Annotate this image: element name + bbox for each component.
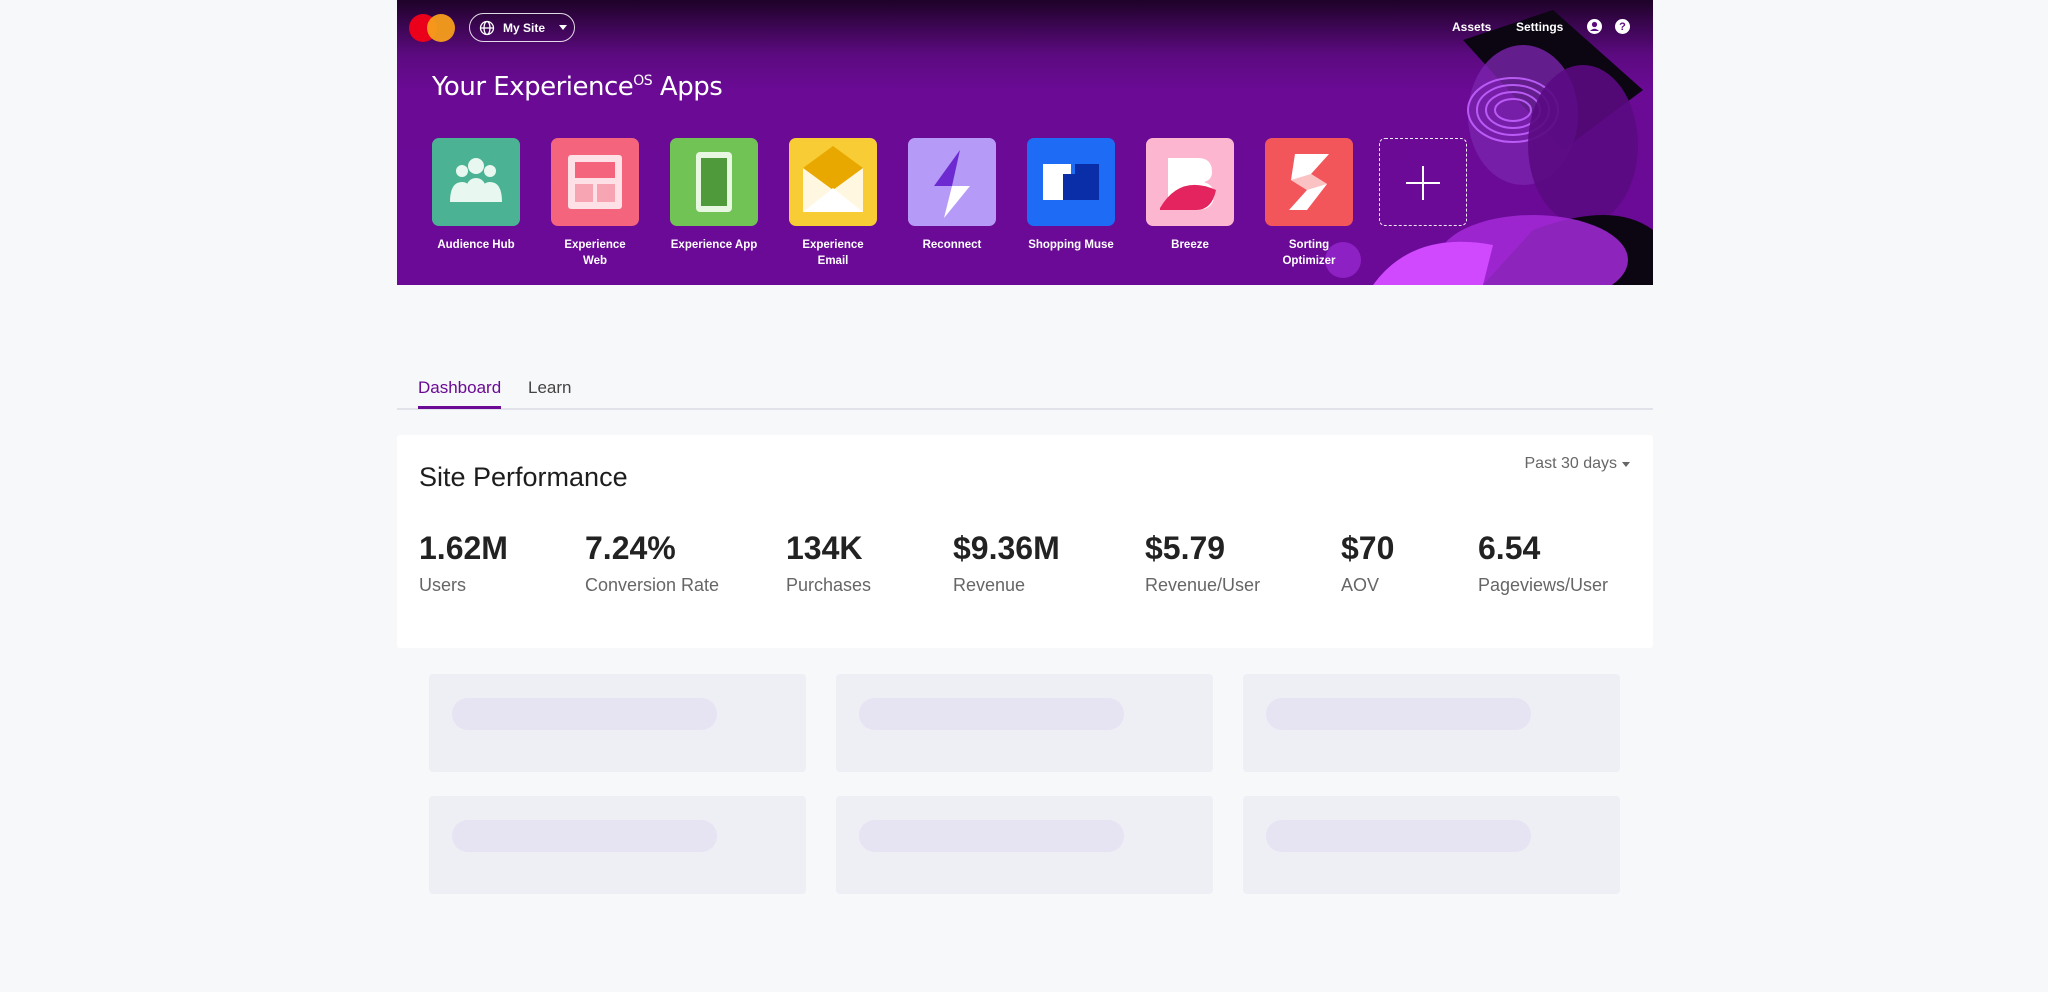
loading-placeholder-card (429, 796, 806, 894)
site-performance-card: Site Performance Past 30 days 1.62M User… (397, 435, 1653, 648)
top-bar: My Site Assets Settings ? (397, 0, 1653, 56)
metric-label: Conversion Rate (585, 575, 720, 595)
metric-revenue-per-user: $5.79 Revenue/User (1145, 530, 1260, 596)
muse-logo-icon (1027, 138, 1115, 226)
brand-logo[interactable] (409, 14, 455, 42)
date-range-dropdown[interactable]: Past 30 days (1524, 455, 1630, 473)
metric-conversion-rate: 7.24% Conversion Rate (585, 530, 719, 596)
breeze-logo-icon (1146, 138, 1234, 226)
chevron-down-icon (1622, 461, 1630, 467)
metric-label: AOV (1341, 575, 1380, 595)
metric-revenue: $9.36M Revenue (953, 530, 1060, 596)
site-selector[interactable]: My Site (469, 13, 575, 42)
date-range-label: Past 30 days (1524, 455, 1618, 472)
chevron-down-icon (559, 25, 568, 30)
metric-value: 6.54 (1478, 530, 1541, 566)
metric-label: Users (419, 575, 467, 595)
account-icon[interactable] (1587, 19, 1602, 34)
metric-value: 1.62M (419, 530, 508, 566)
metric-value: $70 (1341, 530, 1395, 566)
app-label: Audience Hub (437, 239, 515, 251)
app-experience-web[interactable]: Experience Web (551, 138, 639, 269)
metric-label: Purchases (786, 575, 872, 595)
app-experience-app[interactable]: Experience App (670, 138, 758, 253)
metric-pageviews-per-user: 6.54 Pageviews/User (1478, 530, 1608, 596)
app-label: Experience Web (564, 239, 626, 267)
app-sorting-optimizer[interactable]: Sorting Optimizer (1265, 138, 1353, 269)
loading-placeholder-card (1243, 674, 1620, 772)
metric-value: $9.36M (953, 530, 1060, 566)
metric-label: Revenue/User (1145, 575, 1261, 595)
metric-purchases: 134K Purchases (786, 530, 871, 596)
app-label: Shopping Muse (1028, 239, 1114, 251)
app-label: Experience App (670, 239, 758, 251)
metric-aov: $70 AOV (1341, 530, 1394, 596)
web-layout-icon (551, 138, 639, 226)
app-reconnect[interactable]: Reconnect (908, 138, 996, 253)
loading-placeholder-card (836, 796, 1213, 894)
app-shopping-muse[interactable]: Shopping Muse (1027, 138, 1115, 253)
metric-users: 1.62M Users (419, 530, 508, 596)
metric-value: 7.24% (585, 530, 676, 566)
people-icon (432, 138, 520, 226)
mobile-phone-icon (670, 138, 758, 226)
metric-label: Pageviews/User (1478, 575, 1609, 595)
globe-icon (479, 20, 495, 36)
tab-dashboard[interactable]: Dashboard (418, 378, 502, 409)
loading-placeholder-card (836, 674, 1213, 772)
metric-value: $5.79 (1145, 530, 1226, 566)
app-label: Experience Email (802, 239, 864, 267)
sorting-logo-icon (1265, 138, 1353, 226)
card-title: Site Performance (419, 462, 628, 492)
app-experience-email[interactable]: Experience Email (789, 138, 877, 269)
app-breeze[interactable]: Breeze (1146, 138, 1234, 253)
site-selector-label: My Site (503, 20, 546, 35)
nav-assets[interactable]: Assets (1452, 20, 1491, 34)
app-label: Reconnect (922, 239, 982, 251)
app-audience-hub[interactable]: Audience Hub (432, 138, 520, 253)
apps-hero: My Site Assets Settings ? Your Experienc… (397, 0, 1653, 285)
tab-learn[interactable]: Learn (528, 378, 571, 398)
hero-title: Your ExperienceOS Apps (432, 72, 723, 102)
app-label: Sorting Optimizer (1282, 239, 1336, 267)
add-app-button[interactable] (1379, 138, 1467, 226)
loading-placeholder-card (429, 674, 806, 772)
metric-label: Revenue (953, 575, 1026, 595)
app-label: Breeze (1171, 239, 1209, 251)
help-icon[interactable]: ? (1615, 19, 1630, 34)
envelope-icon (789, 138, 877, 226)
metric-value: 134K (786, 530, 863, 566)
lightning-bolt-icon (908, 138, 996, 226)
dashboard-tabs: Dashboard Learn (397, 372, 1653, 410)
loading-placeholder-card (1243, 796, 1620, 894)
nav-settings[interactable]: Settings (1516, 20, 1563, 34)
